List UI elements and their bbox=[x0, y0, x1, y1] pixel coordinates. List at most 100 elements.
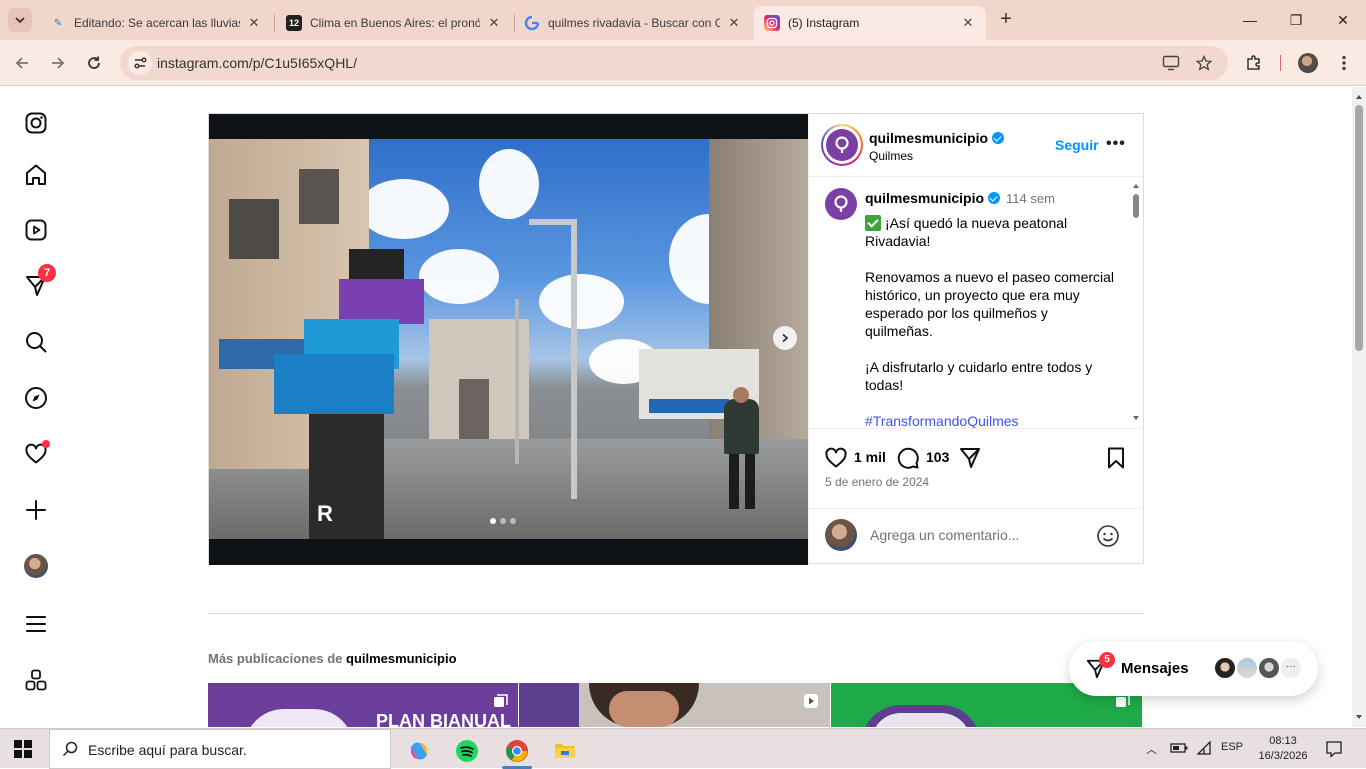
tab-google[interactable]: quilmes rivadavia - Buscar con G ✕ bbox=[514, 6, 752, 40]
bookmark-star-icon[interactable] bbox=[1194, 53, 1214, 73]
tray-chevron-icon[interactable]: ︿ bbox=[1146, 741, 1157, 757]
carousel-next-button[interactable] bbox=[773, 326, 797, 350]
address-bar[interactable]: instagram.com/p/C1u5I65xQHL/ bbox=[120, 46, 1228, 80]
windows-start-icon[interactable] bbox=[14, 740, 32, 758]
tab-clima[interactable]: 12 Clima en Buenos Aires: el pronó ✕ bbox=[276, 6, 512, 40]
share-button[interactable] bbox=[957, 445, 983, 471]
minimize-button[interactable]: — bbox=[1238, 8, 1262, 32]
create-icon[interactable] bbox=[22, 496, 50, 524]
profile-avatar[interactable] bbox=[22, 552, 50, 580]
install-app-icon[interactable] bbox=[1161, 53, 1181, 73]
site-settings-icon[interactable] bbox=[128, 51, 152, 75]
home-icon[interactable] bbox=[22, 161, 50, 189]
tab-search-button[interactable] bbox=[8, 8, 32, 32]
tab-title: quilmes rivadavia - Buscar con G bbox=[548, 16, 720, 30]
messages-button[interactable]: 5 Mensajes ··· bbox=[1069, 641, 1318, 696]
caption-username[interactable]: quilmesmunicipio 114 sem bbox=[865, 190, 1055, 206]
post-date[interactable]: 5 de enero de 2024 bbox=[825, 475, 929, 489]
reload-button[interactable] bbox=[82, 51, 106, 75]
verified-badge-icon bbox=[988, 192, 1001, 204]
post-username[interactable]: quilmesmunicipio bbox=[869, 130, 1005, 146]
new-tab-button[interactable]: + bbox=[994, 8, 1018, 32]
comment-button[interactable] bbox=[895, 445, 921, 471]
kebab-menu-icon bbox=[1342, 55, 1346, 71]
taskbar-search[interactable]: Escribe aquí para buscar. bbox=[49, 729, 391, 769]
puzzle-icon bbox=[1247, 55, 1260, 70]
language-indicator[interactable]: ESP bbox=[1221, 741, 1243, 753]
forward-button[interactable] bbox=[46, 51, 70, 75]
taskbar-clock[interactable]: 08:13 16/3/2026 bbox=[1255, 734, 1311, 764]
chevron-down-icon bbox=[15, 17, 25, 24]
more-posts-heading: Más publicaciones de quilmesmunicipio bbox=[208, 651, 457, 666]
copilot-app-icon[interactable] bbox=[396, 733, 442, 769]
more-options-button[interactable]: ••• bbox=[1106, 135, 1126, 153]
close-tab-icon[interactable]: ✕ bbox=[246, 15, 262, 31]
explore-icon[interactable] bbox=[22, 384, 50, 412]
hashtag-link[interactable]: #TransformandoQuilmes bbox=[865, 413, 1019, 428]
story-ring[interactable] bbox=[821, 124, 863, 166]
comment-input[interactable]: Agrega un comentario... bbox=[870, 527, 1019, 543]
messages-label: Mensajes bbox=[1121, 660, 1189, 677]
emoji-icon[interactable] bbox=[1096, 524, 1120, 548]
notification-center-icon[interactable] bbox=[1325, 740, 1343, 758]
follow-button[interactable]: Seguir bbox=[1055, 137, 1099, 153]
tab-separator bbox=[274, 14, 275, 32]
chrome-menu-button[interactable] bbox=[1332, 51, 1356, 75]
tab-title: Editando: Se acercan las lluvias bbox=[74, 16, 240, 30]
bookmark-icon bbox=[1108, 447, 1124, 469]
post-media[interactable]: R bbox=[209, 114, 808, 565]
tab-title: (5) Instagram bbox=[788, 16, 860, 30]
comment-count[interactable]: 103 bbox=[926, 449, 949, 465]
chrome-app-icon[interactable] bbox=[494, 733, 540, 769]
post-photo: R bbox=[209, 139, 808, 539]
post-actions: 1 mil 103 5 de enero de 2024 bbox=[809, 428, 1144, 508]
carousel-stack-icon bbox=[494, 694, 508, 707]
apps-icon[interactable] bbox=[22, 666, 50, 694]
instagram-icon bbox=[764, 15, 780, 31]
messenger-icon[interactable]: 7 bbox=[22, 264, 56, 300]
url-text: instagram.com/p/C1u5I65xQHL/ bbox=[157, 55, 357, 71]
close-tab-icon[interactable]: ✕ bbox=[486, 15, 502, 31]
reels-icon[interactable] bbox=[22, 216, 50, 244]
taskbar-search-placeholder: Escribe aquí para buscar. bbox=[88, 742, 247, 758]
instagram-logo-icon[interactable] bbox=[22, 109, 50, 137]
page-scrollbar[interactable] bbox=[1352, 87, 1366, 727]
close-window-button[interactable]: ✕ bbox=[1331, 8, 1355, 32]
caption-scrollbar[interactable] bbox=[1131, 182, 1141, 422]
back-button[interactable] bbox=[10, 51, 34, 75]
profile-button[interactable] bbox=[1296, 51, 1320, 75]
sign-letter: R bbox=[317, 501, 333, 526]
carousel-dots bbox=[490, 518, 516, 524]
carousel-dot bbox=[510, 518, 516, 524]
extensions-button[interactable] bbox=[1242, 51, 1266, 75]
save-button[interactable] bbox=[1103, 445, 1129, 471]
battery-icon[interactable] bbox=[1170, 742, 1188, 754]
more-post-thumb[interactable] bbox=[519, 683, 830, 727]
more-conversations-icon: ··· bbox=[1279, 656, 1303, 680]
more-posts-username[interactable]: quilmesmunicipio bbox=[346, 651, 457, 666]
more-post-thumb[interactable]: PLAN BIANUAL bbox=[208, 683, 518, 727]
page-scrollbar-thumb[interactable] bbox=[1355, 105, 1363, 351]
quilmes-avatar[interactable] bbox=[825, 188, 857, 220]
restore-button[interactable]: ❐ bbox=[1284, 8, 1308, 32]
post-container: R quilmesmunicipio Quilmes Seguir ••• qu… bbox=[208, 113, 1144, 565]
network-icon[interactable] bbox=[1196, 741, 1212, 755]
arrow-left-icon bbox=[15, 57, 28, 69]
spotify-app-icon[interactable] bbox=[444, 733, 490, 769]
post-location[interactable]: Quilmes bbox=[869, 149, 913, 163]
profile-avatar bbox=[1298, 53, 1318, 73]
post-time-ago: 114 sem bbox=[1006, 191, 1055, 206]
post-header: quilmesmunicipio Quilmes Seguir ••• bbox=[809, 114, 1144, 177]
search-icon[interactable] bbox=[22, 328, 50, 356]
close-tab-icon[interactable]: ✕ bbox=[960, 15, 976, 31]
conversation-avatar bbox=[1257, 656, 1281, 680]
like-count[interactable]: 1 mil bbox=[854, 449, 886, 465]
file-explorer-icon[interactable] bbox=[542, 733, 588, 769]
heart-icon[interactable] bbox=[22, 440, 50, 468]
tab-instagram[interactable]: (5) Instagram ✕ bbox=[754, 6, 986, 40]
tab-editando[interactable]: ✎ Editando: Se acercan las lluvias ✕ bbox=[40, 6, 272, 40]
like-button[interactable] bbox=[823, 445, 849, 471]
menu-icon[interactable] bbox=[22, 610, 50, 638]
close-tab-icon[interactable]: ✕ bbox=[726, 15, 742, 31]
caption-scrollbar-thumb[interactable] bbox=[1133, 194, 1139, 218]
